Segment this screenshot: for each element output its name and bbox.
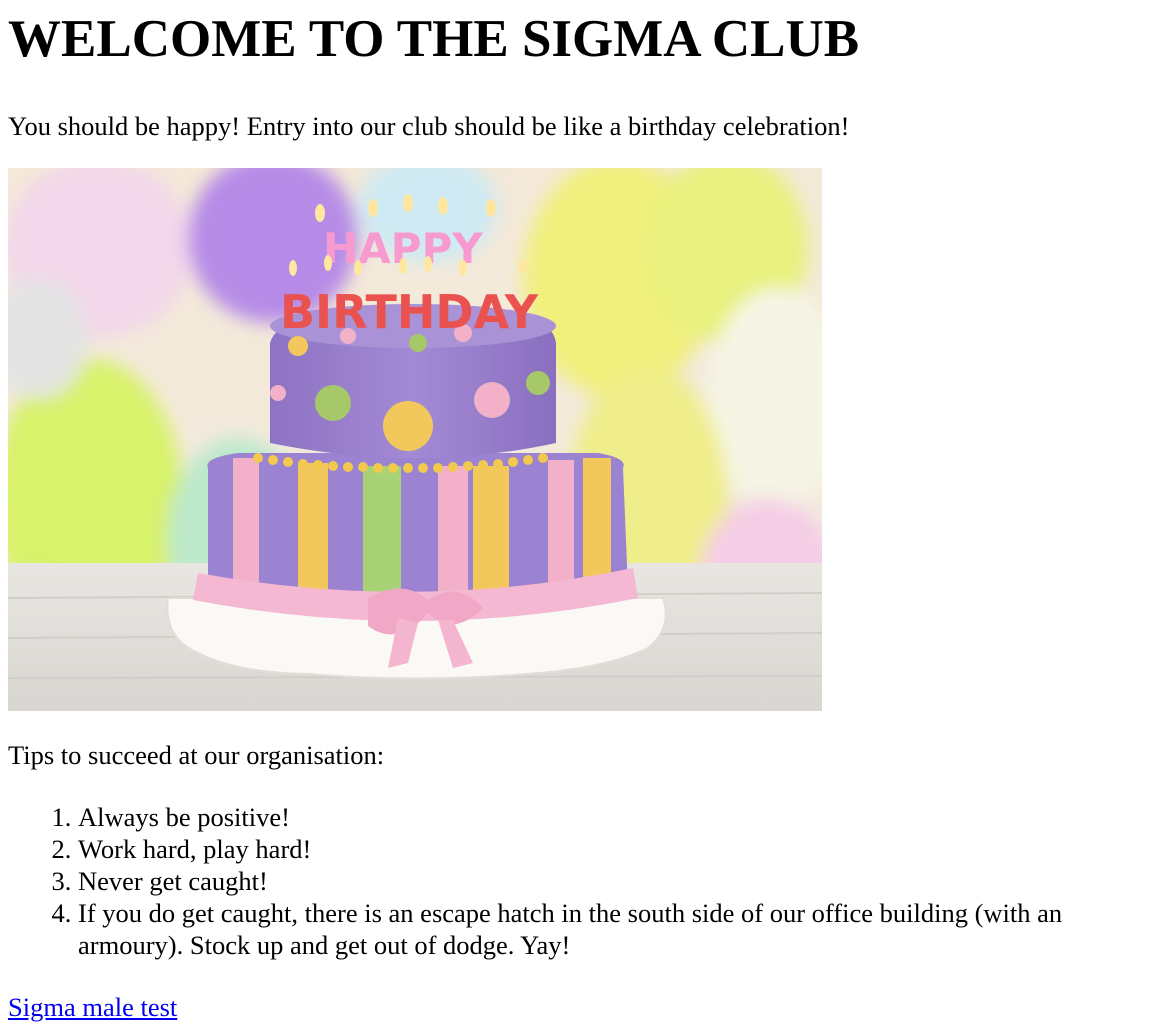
intro-text: You should be happy! Entry into our club…: [8, 111, 850, 141]
tips-heading: Tips to succeed at our organisation:: [8, 740, 385, 770]
link-paragraph: Sigma male test: [8, 992, 1155, 1022]
birthday-cake-image: HAPPY BIRTHDAY: [8, 168, 822, 711]
list-item: Always be positive!: [78, 801, 1155, 833]
cake-lettering-birthday: BIRTHDAY: [280, 285, 539, 339]
page-title: WELCOME TO THE SIGMA CLUB: [8, 10, 860, 68]
page: WELCOME TO THE SIGMA CLUB You should be …: [0, 0, 1163, 1022]
tips-list: Always be positive! Work hard, play hard…: [8, 801, 1155, 961]
sigma-male-test-link[interactable]: Sigma male test: [8, 992, 177, 1022]
list-item: If you do get caught, there is an escape…: [78, 897, 1155, 961]
list-item: Never get caught!: [78, 865, 1155, 897]
list-item: Work hard, play hard!: [78, 833, 1155, 865]
